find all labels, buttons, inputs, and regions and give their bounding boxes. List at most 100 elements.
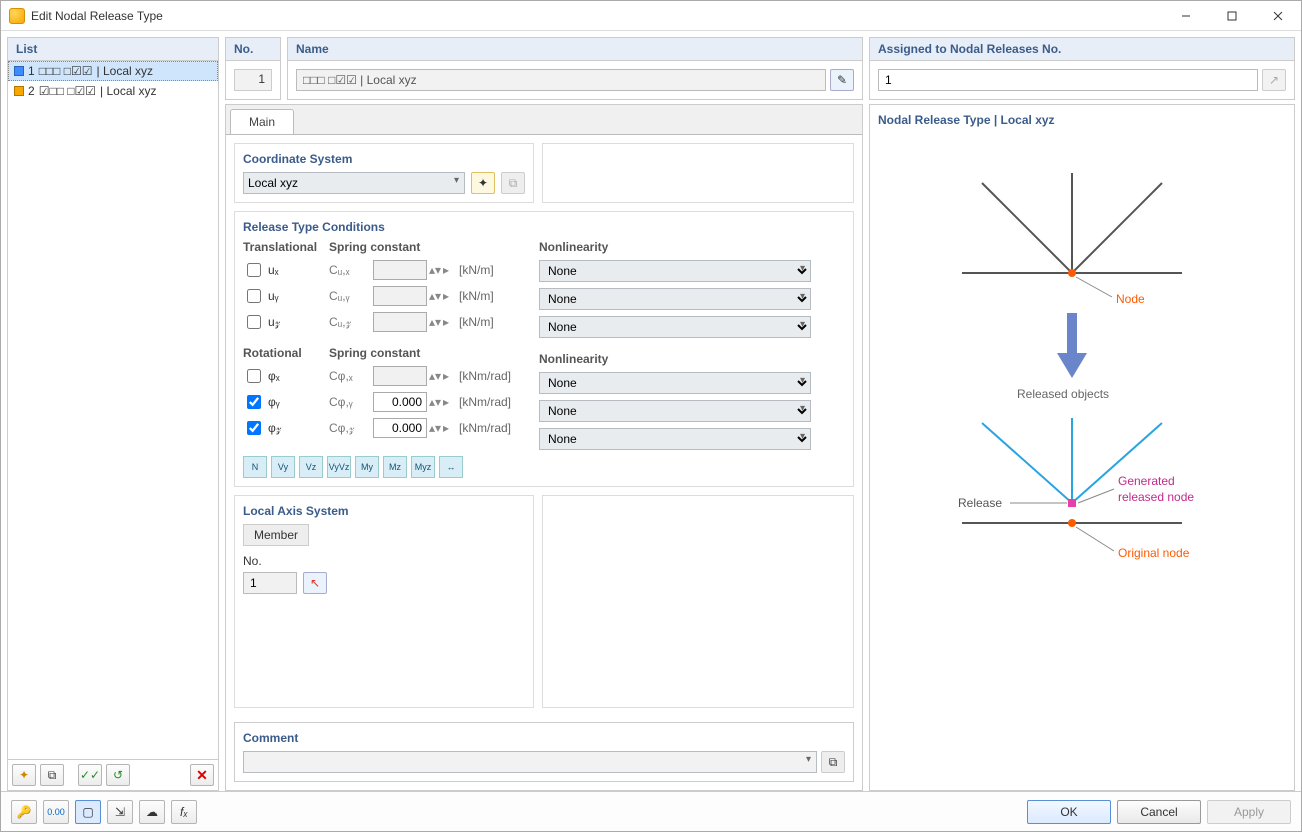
cancel-button[interactable]: Cancel [1117, 800, 1201, 824]
rot-check[interactable]: φᵧ [243, 392, 329, 412]
minimize-button[interactable] [1163, 1, 1209, 31]
coord-new-button[interactable]: ✦ [471, 172, 495, 194]
trans-check[interactable]: u𝓏 [243, 312, 329, 332]
comment-title: Comment [243, 731, 845, 745]
rot-nonlin-select[interactable]: None [539, 400, 811, 422]
no-header: No. [226, 38, 280, 61]
coord-edit-button[interactable]: ⧉ [501, 172, 525, 194]
ok-button[interactable]: OK [1027, 800, 1111, 824]
rot-nonlin-select[interactable]: None [539, 372, 811, 394]
list-toolbar: ✦ ⧉ ✓✓ ↺ ✕ [8, 759, 218, 790]
copy-item-button[interactable]: ⧉ [40, 764, 64, 786]
quick-n-button[interactable]: N [243, 456, 267, 478]
close-button[interactable] [1255, 1, 1301, 31]
coord-select[interactable]: Local xyz [243, 172, 465, 194]
name-header: Name [288, 38, 862, 61]
no-value: 1 [234, 69, 272, 91]
comment-input[interactable] [243, 751, 817, 773]
local-axis-pick-button[interactable]: ↖ [303, 572, 327, 594]
titlebar: Edit Nodal Release Type [1, 1, 1301, 31]
gen-released-label: Generatedreleased node [1118, 474, 1194, 504]
rot-spring-input[interactable]: ▴▾▸ [373, 392, 459, 412]
uncheck-all-button[interactable]: ↺ [106, 764, 130, 786]
release-panel: Release Type Conditions TranslationalSpr… [234, 211, 854, 487]
rot-nonlin-select[interactable]: None [539, 428, 811, 450]
rot-check[interactable]: φ𝓏 [243, 418, 329, 438]
view-button[interactable]: ▢ [75, 800, 101, 824]
trans-spring-input: ▴▾▸ [373, 260, 459, 280]
trans-nonlin-select[interactable]: None [539, 316, 811, 338]
trans-spring-input: ▴▾▸ [373, 312, 459, 332]
assigned-box: Assigned to Nodal Releases No. ↗ [869, 37, 1295, 100]
orig-node-label: Original node [1118, 546, 1190, 560]
list-body[interactable]: 1 □□□ □☑☑ | Local xyz 2 ☑□□ □☑☑ | Local … [8, 61, 218, 759]
local-axis-title: Local Axis System [243, 504, 525, 518]
preview-title: Nodal Release Type | Local xyz [878, 113, 1286, 127]
main-column: Main Coordinate System Local xyz ✦ ⧉ [225, 104, 863, 791]
apply-button[interactable]: Apply [1207, 800, 1291, 824]
app-icon [9, 8, 25, 24]
list-item[interactable]: 2 ☑□□ □☑☑ | Local xyz [8, 81, 218, 101]
render-button[interactable]: ☁ [139, 800, 165, 824]
blank-panel-2 [542, 495, 854, 708]
list-header: List [8, 38, 218, 61]
local-axis-panel: Local Axis System Member No. ↖ [234, 495, 534, 708]
rot-spring-input: ▴▾▸ [373, 366, 459, 386]
maximize-button[interactable] [1209, 1, 1255, 31]
quick-↔-button[interactable]: ↔ [439, 456, 463, 478]
node-label: Node [1116, 292, 1145, 306]
axes-button[interactable]: ⇲ [107, 800, 133, 824]
check-all-button[interactable]: ✓✓ [78, 764, 102, 786]
quick-myz-button[interactable]: Myz [411, 456, 435, 478]
color-swatch [14, 86, 24, 96]
new-item-button[interactable]: ✦ [12, 764, 36, 786]
preview-panel: Nodal Release Type | Local xyz Nod [869, 104, 1295, 791]
local-axis-no-label: No. [243, 554, 525, 568]
assigned-header: Assigned to Nodal Releases No. [870, 38, 1294, 61]
trans-check[interactable]: uᵧ [243, 286, 329, 306]
color-swatch [14, 66, 24, 76]
window-title: Edit Nodal Release Type [31, 9, 1163, 23]
trans-nonlin-select[interactable]: None [539, 260, 811, 282]
pick-release-button[interactable]: ↗ [1262, 69, 1286, 91]
help-button[interactable]: 🔑 [11, 800, 37, 824]
preview-diagram: Node Released objects [878, 133, 1286, 782]
member-button[interactable]: Member [243, 524, 309, 546]
local-axis-no-input[interactable] [243, 572, 297, 594]
units-button[interactable]: 0.00 [43, 800, 69, 824]
quick-vyvz-button[interactable]: VyVz [327, 456, 351, 478]
released-objects-label: Released objects [1017, 387, 1109, 401]
edit-name-button[interactable]: ✎ [830, 69, 854, 91]
assigned-input[interactable] [878, 69, 1258, 91]
name-box: Name ✎ [287, 37, 863, 100]
comment-panel: Comment ⧉ [234, 722, 854, 782]
trans-nonlin-select[interactable]: None [539, 288, 811, 310]
trans-spring-input: ▴▾▸ [373, 286, 459, 306]
rot-check[interactable]: φₓ [243, 366, 329, 386]
release-title: Release Type Conditions [243, 220, 845, 234]
list-panel: List 1 □□□ □☑☑ | Local xyz 2 ☑□□ □☑☑ | L… [7, 37, 219, 791]
quick-vz-button[interactable]: Vz [299, 456, 323, 478]
dialog-window: Edit Nodal Release Type List 1 □□□ □☑☑ |… [0, 0, 1302, 832]
delete-item-button[interactable]: ✕ [190, 764, 214, 786]
tabstrip: Main [226, 105, 862, 134]
list-item[interactable]: 1 □□□ □☑☑ | Local xyz [8, 61, 218, 81]
nonlin-header-rot: Nonlinearity [539, 352, 811, 366]
quick-mz-button[interactable]: Mz [383, 456, 407, 478]
release-label: Release [958, 496, 1002, 510]
blank-panel [542, 143, 854, 203]
tab-main[interactable]: Main [230, 109, 294, 134]
coord-panel: Coordinate System Local xyz ✦ ⧉ [234, 143, 534, 203]
rot-spring-input[interactable]: ▴▾▸ [373, 418, 459, 438]
nonlin-header: Nonlinearity [539, 240, 811, 254]
name-input[interactable] [296, 69, 826, 91]
comment-copy-button[interactable]: ⧉ [821, 751, 845, 773]
quick-buttons: NVyVzVyVzMyMzMyz↔ [243, 456, 845, 478]
trans-check[interactable]: uₓ [243, 260, 329, 280]
fx-button[interactable]: fₓ [171, 800, 197, 824]
quick-vy-button[interactable]: Vy [271, 456, 295, 478]
quick-my-button[interactable]: My [355, 456, 379, 478]
no-box: No. 1 [225, 37, 281, 100]
bottom-bar: 🔑 0.00 ▢ ⇲ ☁ fₓ OK Cancel Apply [1, 791, 1301, 831]
coord-title: Coordinate System [243, 152, 525, 166]
